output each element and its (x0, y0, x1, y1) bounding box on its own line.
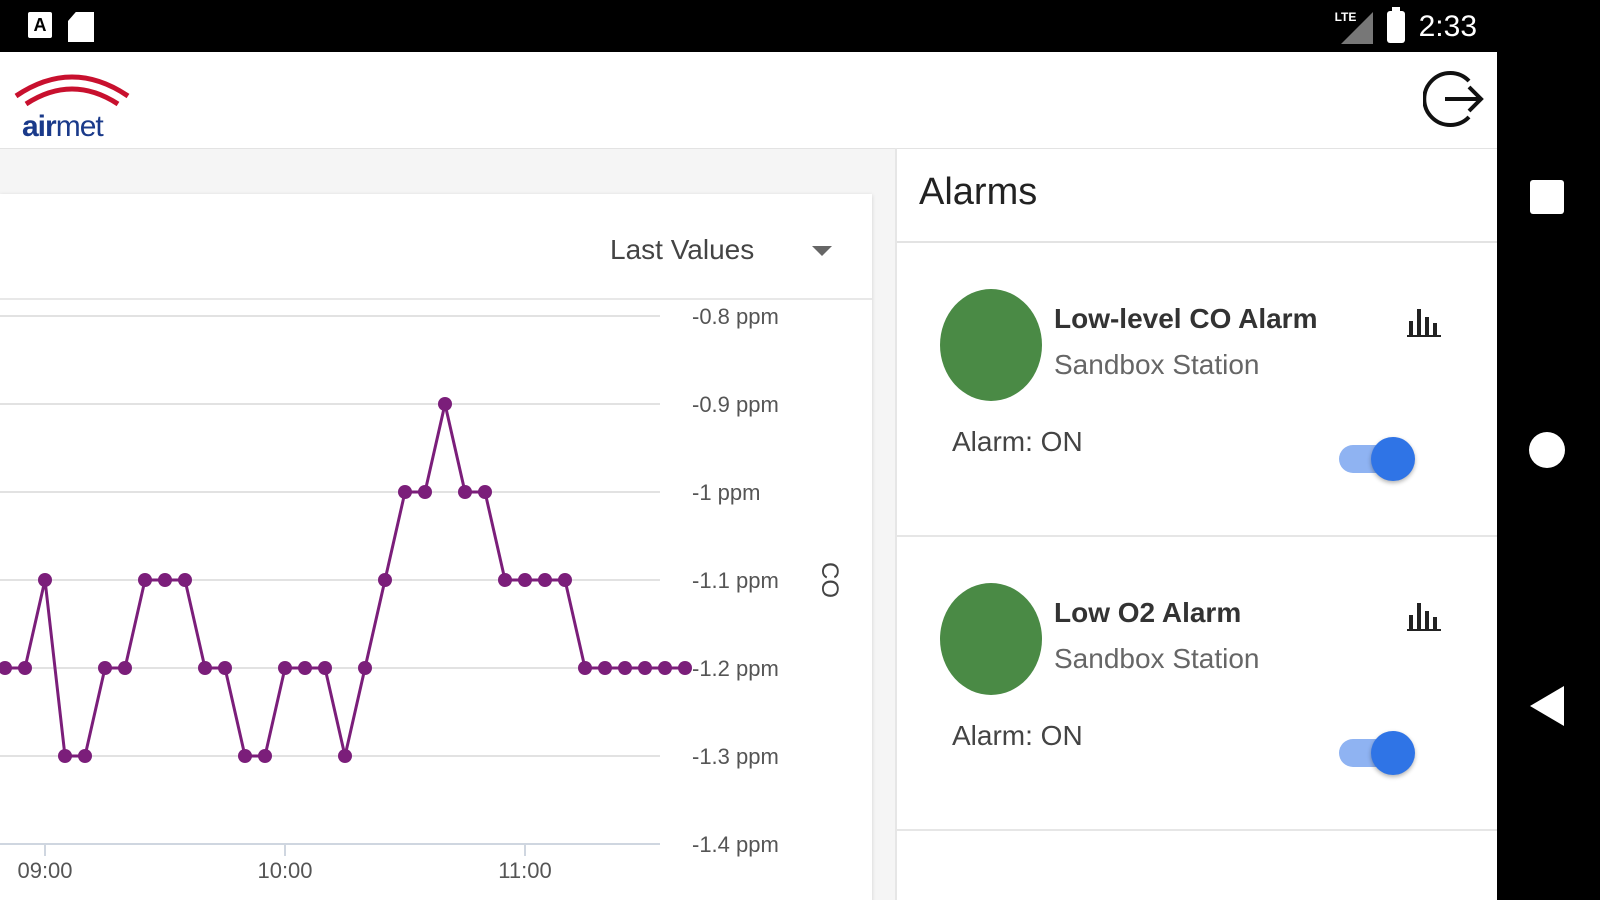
data-point (498, 573, 512, 587)
chart-card-header: Last Values (0, 194, 872, 300)
data-point (318, 661, 332, 675)
x-tick-label: 10:00 (257, 858, 312, 883)
navigation-bar (1497, 0, 1600, 900)
alarm-indicator (940, 583, 1042, 695)
data-point (38, 573, 52, 587)
alarm-item: Low O2 Alarm Sandbox Station Alarm: ON (897, 537, 1497, 831)
data-point (358, 661, 372, 675)
range-dropdown-label: Last Values (610, 234, 755, 265)
alarm-name: Low-level CO Alarm (1054, 303, 1318, 334)
data-point (538, 573, 552, 587)
co-line-chart: -0.8 ppm -0.9 ppm -1 ppm -1.1 ppm -1.2 ppm -1… (0, 304, 843, 883)
data-point (478, 485, 492, 499)
data-point (418, 485, 432, 499)
x-tick-label: 09:00 (17, 858, 72, 883)
y-tick-label: -1.2 ppm (692, 656, 779, 681)
toggle-thumb (1371, 437, 1415, 481)
logo-arcs (14, 74, 130, 107)
y-tick-label: -1.4 ppm (692, 832, 779, 857)
data-point (258, 749, 272, 763)
data-point (58, 749, 72, 763)
logout-icon (1422, 71, 1484, 127)
chart-button[interactable] (1407, 601, 1443, 631)
y-tick-label: -1 ppm (692, 480, 760, 505)
data-point (558, 573, 572, 587)
bar-chart-icon (1407, 309, 1441, 337)
logout-button[interactable] (1422, 67, 1487, 131)
alarm-item: Low-level CO Alarm Sandbox Station Alarm… (897, 243, 1497, 537)
data-point (298, 661, 312, 675)
data-point (438, 397, 452, 411)
data-point (658, 661, 672, 675)
x-tick-label: 11:00 (498, 858, 551, 883)
data-point (638, 661, 652, 675)
chart-button[interactable] (1407, 307, 1443, 337)
data-point (518, 573, 532, 587)
data-point (78, 749, 92, 763)
app-bar: airmet (0, 52, 1497, 149)
y-tick-label: -0.8 ppm (692, 304, 779, 329)
app: airmet Last Values -0.8 ppm -0.9 ppm -1 pp… (0, 52, 1497, 900)
data-point (238, 749, 252, 763)
status-time: 2:33 (1418, 10, 1477, 43)
a-icon: A (28, 12, 52, 38)
alarms-panel: Alarms Low-level CO Alarm Sandbox Statio… (897, 149, 1497, 900)
y-axis-label: CO (816, 562, 843, 598)
data-point (18, 661, 32, 675)
alarm-indicator (940, 289, 1042, 401)
logo-text: airmet (22, 110, 104, 144)
data-point (178, 573, 192, 587)
data-point (398, 485, 412, 499)
back-icon[interactable] (1530, 686, 1564, 726)
logo-text-met: met (55, 110, 104, 143)
network-type: LTE (1334, 10, 1357, 24)
signal-icon: LTE (1333, 10, 1373, 44)
data-point (158, 573, 172, 587)
range-dropdown[interactable]: Last Values (600, 222, 848, 278)
data-point (378, 573, 392, 587)
alarm-status: Alarm: ON (952, 720, 1083, 751)
data-point (598, 661, 612, 675)
home-icon[interactable] (1529, 432, 1565, 468)
y-tick-label: -1.1 ppm (692, 568, 779, 593)
data-point (118, 661, 132, 675)
data-point (138, 573, 152, 587)
logo-text-air: air (22, 110, 57, 143)
y-tick-label: -1.3 ppm (692, 744, 779, 769)
data-point (0, 661, 12, 675)
recents-icon[interactable] (1530, 180, 1564, 214)
status-bar: A LTE 2:33 (0, 0, 1497, 52)
alarm-toggle[interactable] (1335, 433, 1415, 481)
data-point (198, 661, 212, 675)
chevron-down-icon (812, 246, 832, 256)
alarms-title: Alarms (919, 171, 1038, 213)
airmet-logo: airmet (12, 64, 132, 144)
alarm-name: Low O2 Alarm (1054, 597, 1242, 628)
chart-card: Last Values -0.8 ppm -0.9 ppm -1 ppm -1.1 p… (0, 194, 872, 900)
data-point (458, 485, 472, 499)
data-point (678, 661, 692, 675)
data-point (618, 661, 632, 675)
data-point (218, 661, 232, 675)
sd-card-icon (68, 12, 94, 42)
bar-chart-icon (1407, 603, 1441, 631)
data-point (578, 661, 592, 675)
toggle-thumb (1371, 731, 1415, 775)
alarm-status: Alarm: ON (952, 426, 1083, 457)
data-point (278, 661, 292, 675)
alarm-toggle[interactable] (1335, 727, 1415, 775)
alarm-station: Sandbox Station (1054, 643, 1260, 674)
data-point (338, 749, 352, 763)
y-tick-label: -0.9 ppm (692, 392, 779, 417)
battery-icon (1386, 7, 1405, 43)
alarm-station: Sandbox Station (1054, 349, 1260, 380)
data-point (98, 661, 112, 675)
